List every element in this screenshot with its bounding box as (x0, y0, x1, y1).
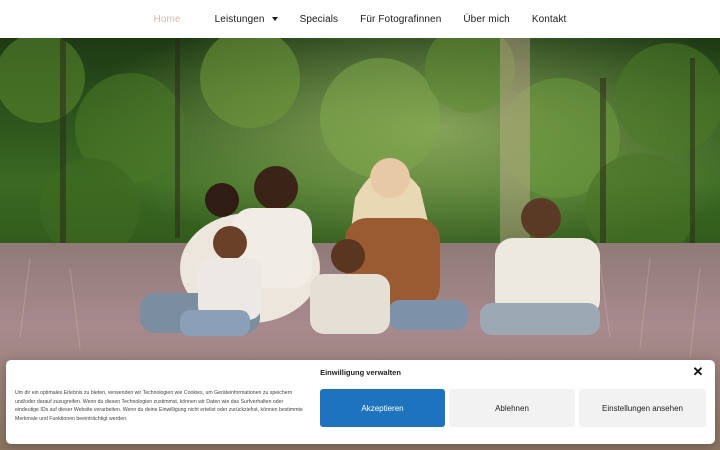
close-icon[interactable]: ✕ (691, 365, 705, 379)
nav-item-fotografinnen[interactable]: Für Fotografinnen (349, 14, 452, 25)
nav-item-leistungen[interactable]: Leistungen (204, 14, 289, 25)
nav-item-label: Über mich (463, 13, 510, 25)
main-navigation: Home Leistungen Specials Für Fotografinn… (0, 0, 720, 38)
nav-item-label: Für Fotografinnen (360, 13, 442, 25)
nav-item-specials[interactable]: Specials (289, 14, 350, 25)
nav-item-label: Specials (299, 13, 339, 25)
nav-item-label: Home (153, 13, 181, 25)
settings-button[interactable]: Einstellungen ansehen (579, 389, 706, 427)
deny-button[interactable]: Ablehnen (449, 389, 575, 427)
nav-item-label: Kontakt (531, 13, 567, 25)
nav-item-ueber-mich[interactable]: Über mich (452, 14, 520, 25)
accept-button[interactable]: Akzeptieren (320, 389, 445, 427)
nav-item-label: Leistungen (214, 13, 265, 25)
cookie-consent-banner: Einwilligung verwalten ✕ Um dir ein opti… (6, 360, 715, 444)
chevron-down-icon (271, 17, 278, 21)
consent-text: Um dir ein optimales Erlebnis zu bieten,… (15, 390, 303, 422)
nav-item-home[interactable]: Home (143, 14, 192, 25)
consent-title: Einwilligung verwalten (320, 368, 401, 377)
nav-item-kontakt[interactable]: Kontakt (521, 14, 578, 25)
